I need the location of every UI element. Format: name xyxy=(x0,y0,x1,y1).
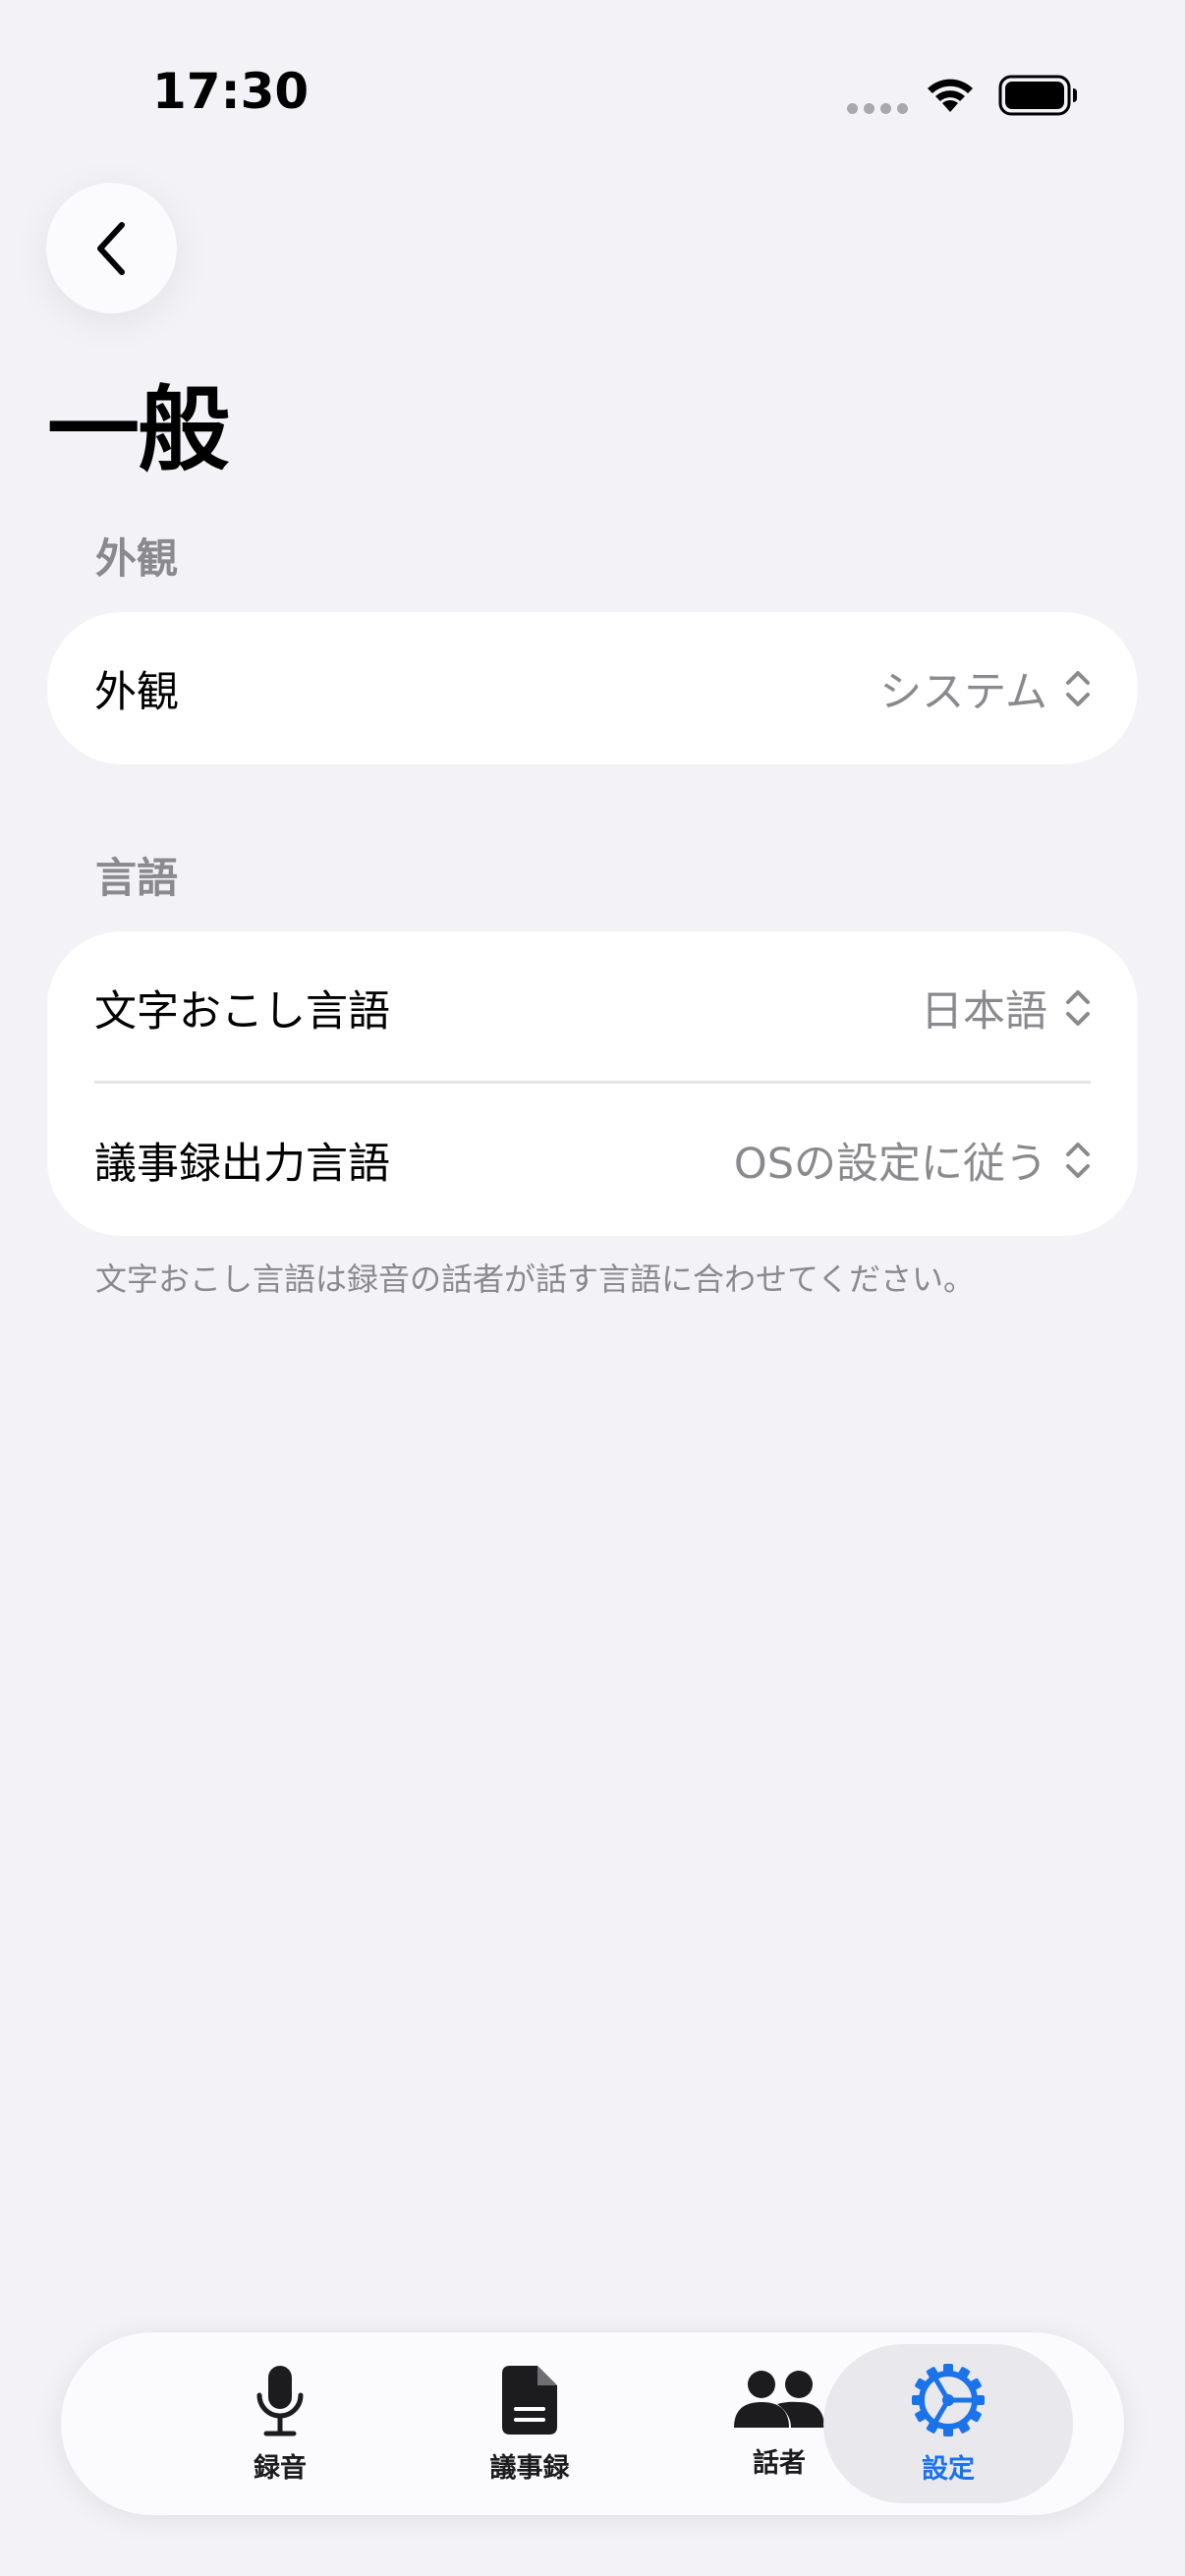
tab-recording[interactable]: 録音 xyxy=(155,2332,405,2515)
tab-bar: 録音 議事録 話者 設定 xyxy=(61,2332,1124,2515)
appearance-picker[interactable]: システム xyxy=(879,658,1091,719)
chevron-up-down-icon xyxy=(1066,989,1090,1026)
mic-icon xyxy=(256,2365,304,2436)
battery-icon xyxy=(998,75,1077,116)
tab-label: 議事録 xyxy=(489,2452,570,2484)
status-time: 17:30 xyxy=(152,63,310,120)
row-label: 外観 xyxy=(94,667,179,717)
settings-general-screen: 17:30 一般 外観 外観 システム 言語 文字おこし言語 日本語 議事録出力… xyxy=(0,0,1185,2576)
wifi-icon xyxy=(928,79,973,112)
row-value: OSの設定に従う xyxy=(733,1139,1047,1189)
language-card: 文字おこし言語 日本語 議事録出力言語 OSの設定に従う xyxy=(47,931,1138,1236)
row-value: システム xyxy=(879,667,1047,717)
row-value: 日本語 xyxy=(921,986,1047,1036)
transcription-language-row[interactable]: 文字おこし言語 日本語 xyxy=(47,931,1138,1084)
back-button[interactable] xyxy=(46,183,177,313)
transcription-language-picker[interactable]: 日本語 xyxy=(921,978,1091,1038)
chevron-left-icon xyxy=(96,221,125,275)
tab-label: 録音 xyxy=(254,2452,307,2484)
chevron-up-down-icon xyxy=(1066,1142,1090,1178)
tab-settings[interactable]: 設定 xyxy=(823,2344,1073,2503)
row-label: 議事録出力言語 xyxy=(94,1139,390,1189)
gear-icon xyxy=(912,2363,985,2436)
document-icon xyxy=(502,2365,557,2435)
minutes-output-language-picker[interactable]: OSの設定に従う xyxy=(734,1130,1091,1191)
page-title: 一般 xyxy=(47,377,230,484)
row-label: 文字おこし言語 xyxy=(94,986,390,1036)
tab-label: 設定 xyxy=(922,2453,975,2485)
minutes-output-language-row[interactable]: 議事録出力言語 OSの設定に従う xyxy=(47,1084,1138,1236)
people-icon xyxy=(734,2370,824,2428)
appearance-card: 外観 システム xyxy=(47,612,1138,764)
language-footer-note: 文字おこし言語は録音の話者が話す言語に合わせてください。 xyxy=(95,1260,976,1298)
cellular-signal-icon xyxy=(847,103,908,114)
appearance-row[interactable]: 外観 システム xyxy=(47,612,1138,764)
section-header-appearance: 外観 xyxy=(95,534,179,583)
chevron-up-down-icon xyxy=(1066,670,1090,706)
tab-label: 話者 xyxy=(753,2447,806,2479)
tab-minutes[interactable]: 議事録 xyxy=(405,2332,654,2515)
section-header-language: 言語 xyxy=(95,854,179,902)
